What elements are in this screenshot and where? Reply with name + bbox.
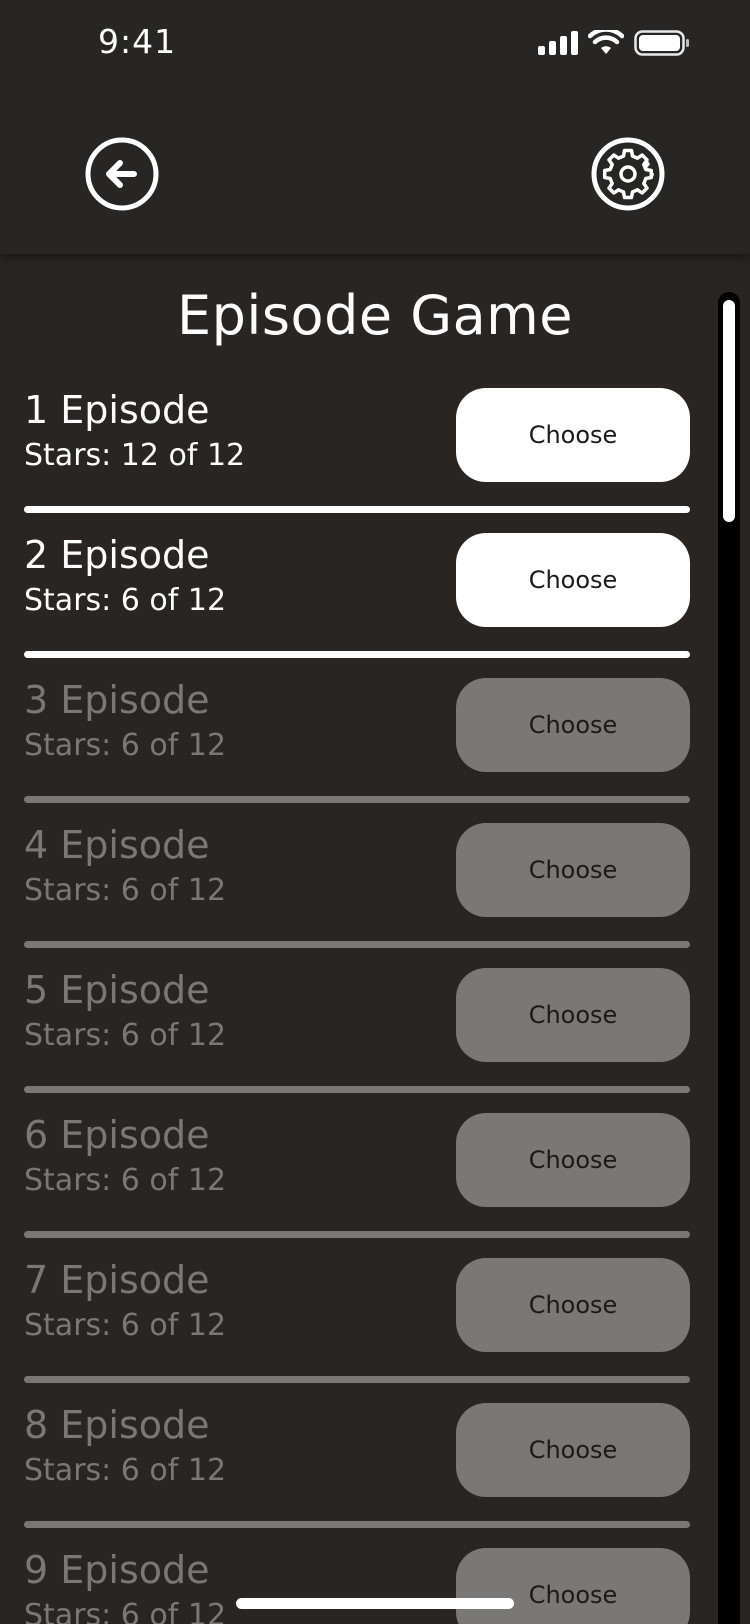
row-divider bbox=[24, 1231, 690, 1238]
status-time: 9:41 bbox=[98, 22, 177, 61]
episode-name: 6 Episode bbox=[24, 1113, 210, 1157]
episode-list-screen: Episode Game 1 Episode Stars: 12 of 12 C… bbox=[0, 254, 750, 1624]
scrollbar[interactable] bbox=[718, 292, 740, 1624]
episode-stars: Stars: 6 of 12 bbox=[24, 1163, 227, 1198]
episode-stars: Stars: 6 of 12 bbox=[24, 728, 227, 763]
episode-row: 6 Episode Stars: 6 of 12 Choose bbox=[24, 1113, 690, 1263]
choose-button[interactable]: Choose bbox=[456, 968, 690, 1062]
choose-button[interactable]: Choose bbox=[456, 823, 690, 917]
episode-stars: Stars: 6 of 12 bbox=[24, 873, 227, 908]
choose-button[interactable]: Choose bbox=[456, 388, 690, 482]
signal-icon bbox=[538, 31, 578, 59]
settings-button[interactable] bbox=[590, 136, 666, 212]
choose-button[interactable]: Choose bbox=[456, 1548, 690, 1624]
battery-icon bbox=[634, 30, 690, 60]
row-divider bbox=[24, 1376, 690, 1383]
row-divider bbox=[24, 796, 690, 803]
episode-stars: Stars: 6 of 12 bbox=[24, 1598, 227, 1624]
episode-name: 9 Episode bbox=[24, 1548, 210, 1592]
status-icons bbox=[538, 27, 690, 60]
status-bar: 9:41 bbox=[0, 0, 750, 92]
row-divider bbox=[24, 651, 690, 658]
row-divider bbox=[24, 506, 690, 513]
back-button[interactable] bbox=[84, 136, 160, 212]
episode-row: 1 Episode Stars: 12 of 12 Choose bbox=[24, 388, 690, 538]
episode-name: 3 Episode bbox=[24, 678, 210, 722]
episode-row: 2 Episode Stars: 6 of 12 Choose bbox=[24, 533, 690, 683]
episode-name: 5 Episode bbox=[24, 968, 210, 1012]
episode-row: 9 Episode Stars: 6 of 12 Choose bbox=[24, 1548, 690, 1624]
episode-stars: Stars: 6 of 12 bbox=[24, 1308, 227, 1343]
episode-stars: Stars: 6 of 12 bbox=[24, 583, 227, 618]
episode-name: 8 Episode bbox=[24, 1403, 210, 1447]
back-arrow-icon bbox=[85, 137, 159, 211]
choose-button[interactable]: Choose bbox=[456, 1403, 690, 1497]
episode-name: 7 Episode bbox=[24, 1258, 210, 1302]
row-divider bbox=[24, 1086, 690, 1093]
episode-name: 1 Episode bbox=[24, 388, 210, 432]
episode-stars: Stars: 12 of 12 bbox=[24, 438, 246, 473]
episode-row: 4 Episode Stars: 6 of 12 Choose bbox=[24, 823, 690, 973]
choose-button[interactable]: Choose bbox=[456, 678, 690, 772]
wifi-icon bbox=[587, 27, 625, 60]
header bbox=[0, 92, 750, 254]
choose-button[interactable]: Choose bbox=[456, 533, 690, 627]
episode-name: 4 Episode bbox=[24, 823, 210, 867]
episode-stars: Stars: 6 of 12 bbox=[24, 1018, 227, 1053]
episode-stars: Stars: 6 of 12 bbox=[24, 1453, 227, 1488]
episode-row: 5 Episode Stars: 6 of 12 Choose bbox=[24, 968, 690, 1118]
episode-row: 7 Episode Stars: 6 of 12 Choose bbox=[24, 1258, 690, 1408]
gear-icon bbox=[591, 137, 665, 211]
choose-button[interactable]: Choose bbox=[456, 1258, 690, 1352]
row-divider bbox=[24, 941, 690, 948]
home-indicator[interactable] bbox=[236, 1598, 514, 1609]
scrollbar-thumb[interactable] bbox=[723, 300, 735, 522]
episode-name: 2 Episode bbox=[24, 533, 210, 577]
episode-row: 8 Episode Stars: 6 of 12 Choose bbox=[24, 1403, 690, 1553]
page-title: Episode Game bbox=[177, 284, 573, 347]
row-divider bbox=[24, 1521, 690, 1528]
choose-button[interactable]: Choose bbox=[456, 1113, 690, 1207]
episode-row: 3 Episode Stars: 6 of 12 Choose bbox=[24, 678, 690, 828]
